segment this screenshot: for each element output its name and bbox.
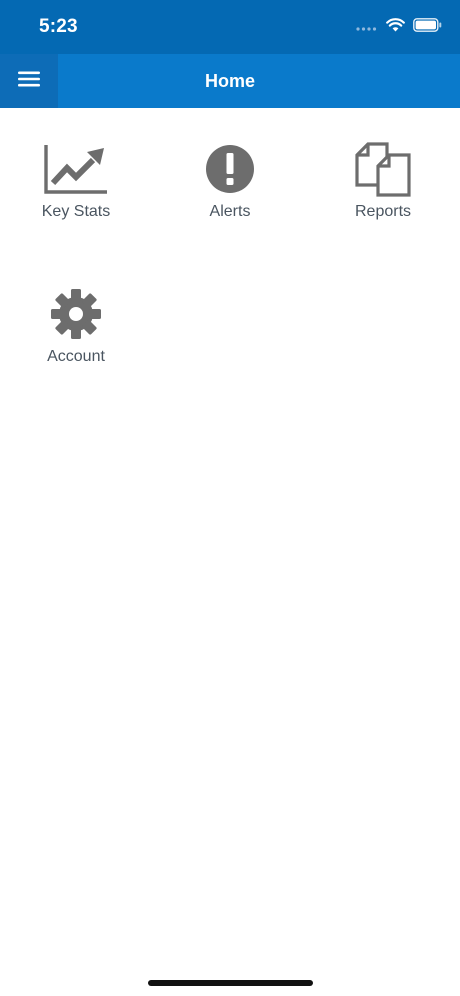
nav-bar: Home [0, 54, 460, 108]
alert-circle-icon [205, 140, 255, 198]
page-title: Home [204, 71, 255, 91]
tile-label: Key Stats [41, 203, 111, 220]
home-indicator[interactable] [148, 980, 313, 986]
menu-button[interactable] [0, 54, 58, 108]
cellular-signal-icon [356, 19, 378, 37]
tile-label: Alerts [209, 203, 251, 220]
trending-chart-icon [43, 140, 109, 198]
status-icons [356, 18, 442, 37]
tile-label: Reports [354, 203, 412, 220]
tile-alerts[interactable]: Alerts [160, 140, 300, 250]
tile-label: Account [47, 348, 105, 365]
battery-icon [413, 18, 442, 37]
tile-account[interactable]: Account [6, 285, 146, 395]
status-time: 5:23 [39, 16, 78, 37]
status-bar: 5:23 [0, 0, 460, 54]
tile-reports[interactable]: Reports [313, 140, 453, 250]
gear-icon [50, 285, 102, 343]
hamburger-menu-icon [18, 71, 40, 92]
tile-key-stats[interactable]: Key Stats [6, 140, 146, 250]
documents-icon [354, 140, 412, 198]
wifi-icon [386, 18, 405, 37]
